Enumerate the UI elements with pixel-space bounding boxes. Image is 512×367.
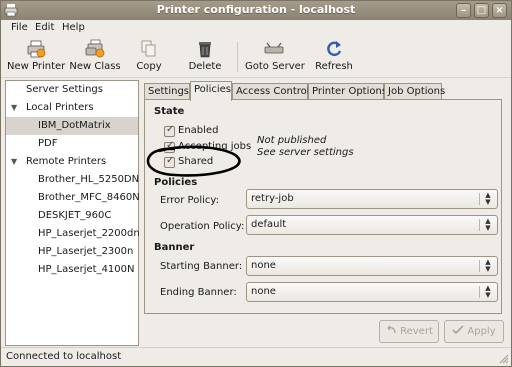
minimize-button[interactable]: –	[456, 3, 471, 18]
new-printer-button[interactable]: New Printer	[7, 36, 65, 76]
new-printer-label: New Printer	[7, 61, 66, 72]
tree-item-printer[interactable]: HP_Laserjet_4100N	[6, 261, 138, 279]
hand-drawn-circle-annotation	[146, 145, 241, 177]
refresh-button[interactable]: Refresh	[313, 36, 355, 76]
ending-banner-label: Ending Banner:	[160, 287, 237, 298]
toolbar-separator	[237, 42, 238, 72]
tree-item-printer[interactable]: Brother_MFC_8460N	[6, 189, 140, 207]
new-class-icon	[85, 39, 105, 58]
combo-arrows-icon: ▲ ▼	[485, 258, 491, 273]
refresh-icon	[327, 41, 342, 57]
error-policy-value: retry-job	[251, 193, 294, 204]
tree-item-printer[interactable]: PDF	[6, 135, 138, 153]
delete-button[interactable]: Delete	[185, 36, 225, 76]
tab-settings[interactable]: Settings	[144, 83, 190, 100]
combo-arrows-icon: ▲ ▼	[485, 191, 491, 206]
trash-icon	[199, 42, 211, 58]
tree-item-printer[interactable]: IBM_DotMatrix	[6, 117, 138, 135]
printer-config-window: Printer configuration - localhost – □ × …	[0, 0, 512, 367]
menu-file[interactable]: File	[11, 22, 28, 33]
printer-tree[interactable]: Server Settings ▼ Local Printers IBM_Dot…	[5, 80, 140, 346]
operation-policy-value: default	[251, 219, 287, 230]
publish-hint-text: See server settings	[257, 147, 354, 158]
title-bar[interactable]: Printer configuration - localhost – □ ×	[1, 1, 511, 20]
status-bar: Connected to localhost	[1, 347, 511, 366]
new-class-button[interactable]: New Class	[69, 36, 121, 76]
new-printer-icon	[27, 40, 46, 58]
tab-policies[interactable]: Policies	[190, 81, 232, 101]
policies-panel: State Enabled Accepting jobs Shared Not …	[144, 99, 502, 314]
combo-arrows-icon: ▲ ▼	[485, 284, 491, 299]
menu-edit[interactable]: Edit	[35, 22, 54, 33]
apply-button[interactable]: Apply	[444, 320, 504, 343]
revert-icon	[387, 325, 396, 334]
close-button[interactable]: ×	[492, 3, 507, 18]
ending-banner-value: none	[251, 286, 276, 297]
state-heading: State	[154, 106, 185, 117]
copy-label: Copy	[136, 61, 162, 72]
starting-banner-select[interactable]: none ▲ ▼	[246, 256, 498, 276]
toolbar: New Printer New Class Copy Delete Goto S…	[1, 36, 511, 78]
checkmark-icon	[452, 325, 464, 335]
expander-open-icon[interactable]: ▼	[11, 153, 17, 171]
copy-button[interactable]: Copy	[129, 36, 169, 76]
combo-arrows-icon: ▲ ▼	[485, 217, 491, 232]
goto-server-label: Goto Server	[245, 61, 305, 72]
goto-server-button[interactable]: Goto Server	[245, 36, 305, 76]
tab-access-control[interactable]: Access Control	[232, 83, 310, 100]
new-class-label: New Class	[69, 61, 121, 72]
copy-icon	[141, 40, 156, 57]
apply-label: Apply	[467, 326, 496, 337]
enabled-checkbox[interactable]	[164, 124, 175, 137]
operation-policy-select[interactable]: default ▲ ▼	[246, 215, 498, 235]
ending-banner-select[interactable]: none ▲ ▼	[246, 282, 498, 302]
tree-group-remote-printers[interactable]: ▼ Remote Printers	[6, 153, 138, 171]
tab-printer-options[interactable]: Printer Options	[308, 83, 387, 100]
refresh-label: Refresh	[315, 61, 353, 72]
starting-banner-value: none	[251, 260, 276, 271]
maximize-button[interactable]: □	[474, 3, 489, 18]
menu-help[interactable]: Help	[62, 22, 85, 33]
publish-status-text: Not published	[257, 135, 327, 146]
tab-job-options[interactable]: Job Options	[384, 83, 445, 100]
expander-open-icon[interactable]: ▼	[11, 99, 17, 117]
revert-label: Revert	[400, 326, 433, 337]
tree-item-printer[interactable]: HP_Laserjet_2300n	[6, 243, 138, 261]
tree-item-printer[interactable]: Brother_HL_5250DN	[6, 171, 139, 189]
tree-group-local-printers[interactable]: ▼ Local Printers	[6, 99, 138, 117]
banner-heading: Banner	[154, 242, 195, 253]
revert-button[interactable]: Revert	[379, 320, 439, 343]
window-title: Printer configuration - localhost	[156, 3, 356, 16]
tree-item-server-settings[interactable]: Server Settings	[6, 81, 138, 99]
policies-heading: Policies	[154, 177, 198, 188]
menu-bar: File Edit Help	[1, 20, 511, 36]
starting-banner-label: Starting Banner:	[160, 261, 243, 272]
enabled-label: Enabled	[178, 125, 219, 136]
error-policy-select[interactable]: retry-job ▲ ▼	[246, 189, 498, 209]
status-text: Connected to localhost	[6, 351, 122, 362]
tree-item-printer[interactable]: HP_Laserjet_2200dn	[6, 225, 140, 243]
tree-item-printer[interactable]: DESKJET_960C	[6, 207, 138, 225]
delete-label: Delete	[188, 61, 222, 72]
server-icon	[264, 42, 284, 54]
operation-policy-label: Operation Policy:	[160, 221, 245, 232]
resize-grip-icon[interactable]	[497, 352, 509, 364]
error-policy-label: Error Policy:	[160, 195, 219, 206]
